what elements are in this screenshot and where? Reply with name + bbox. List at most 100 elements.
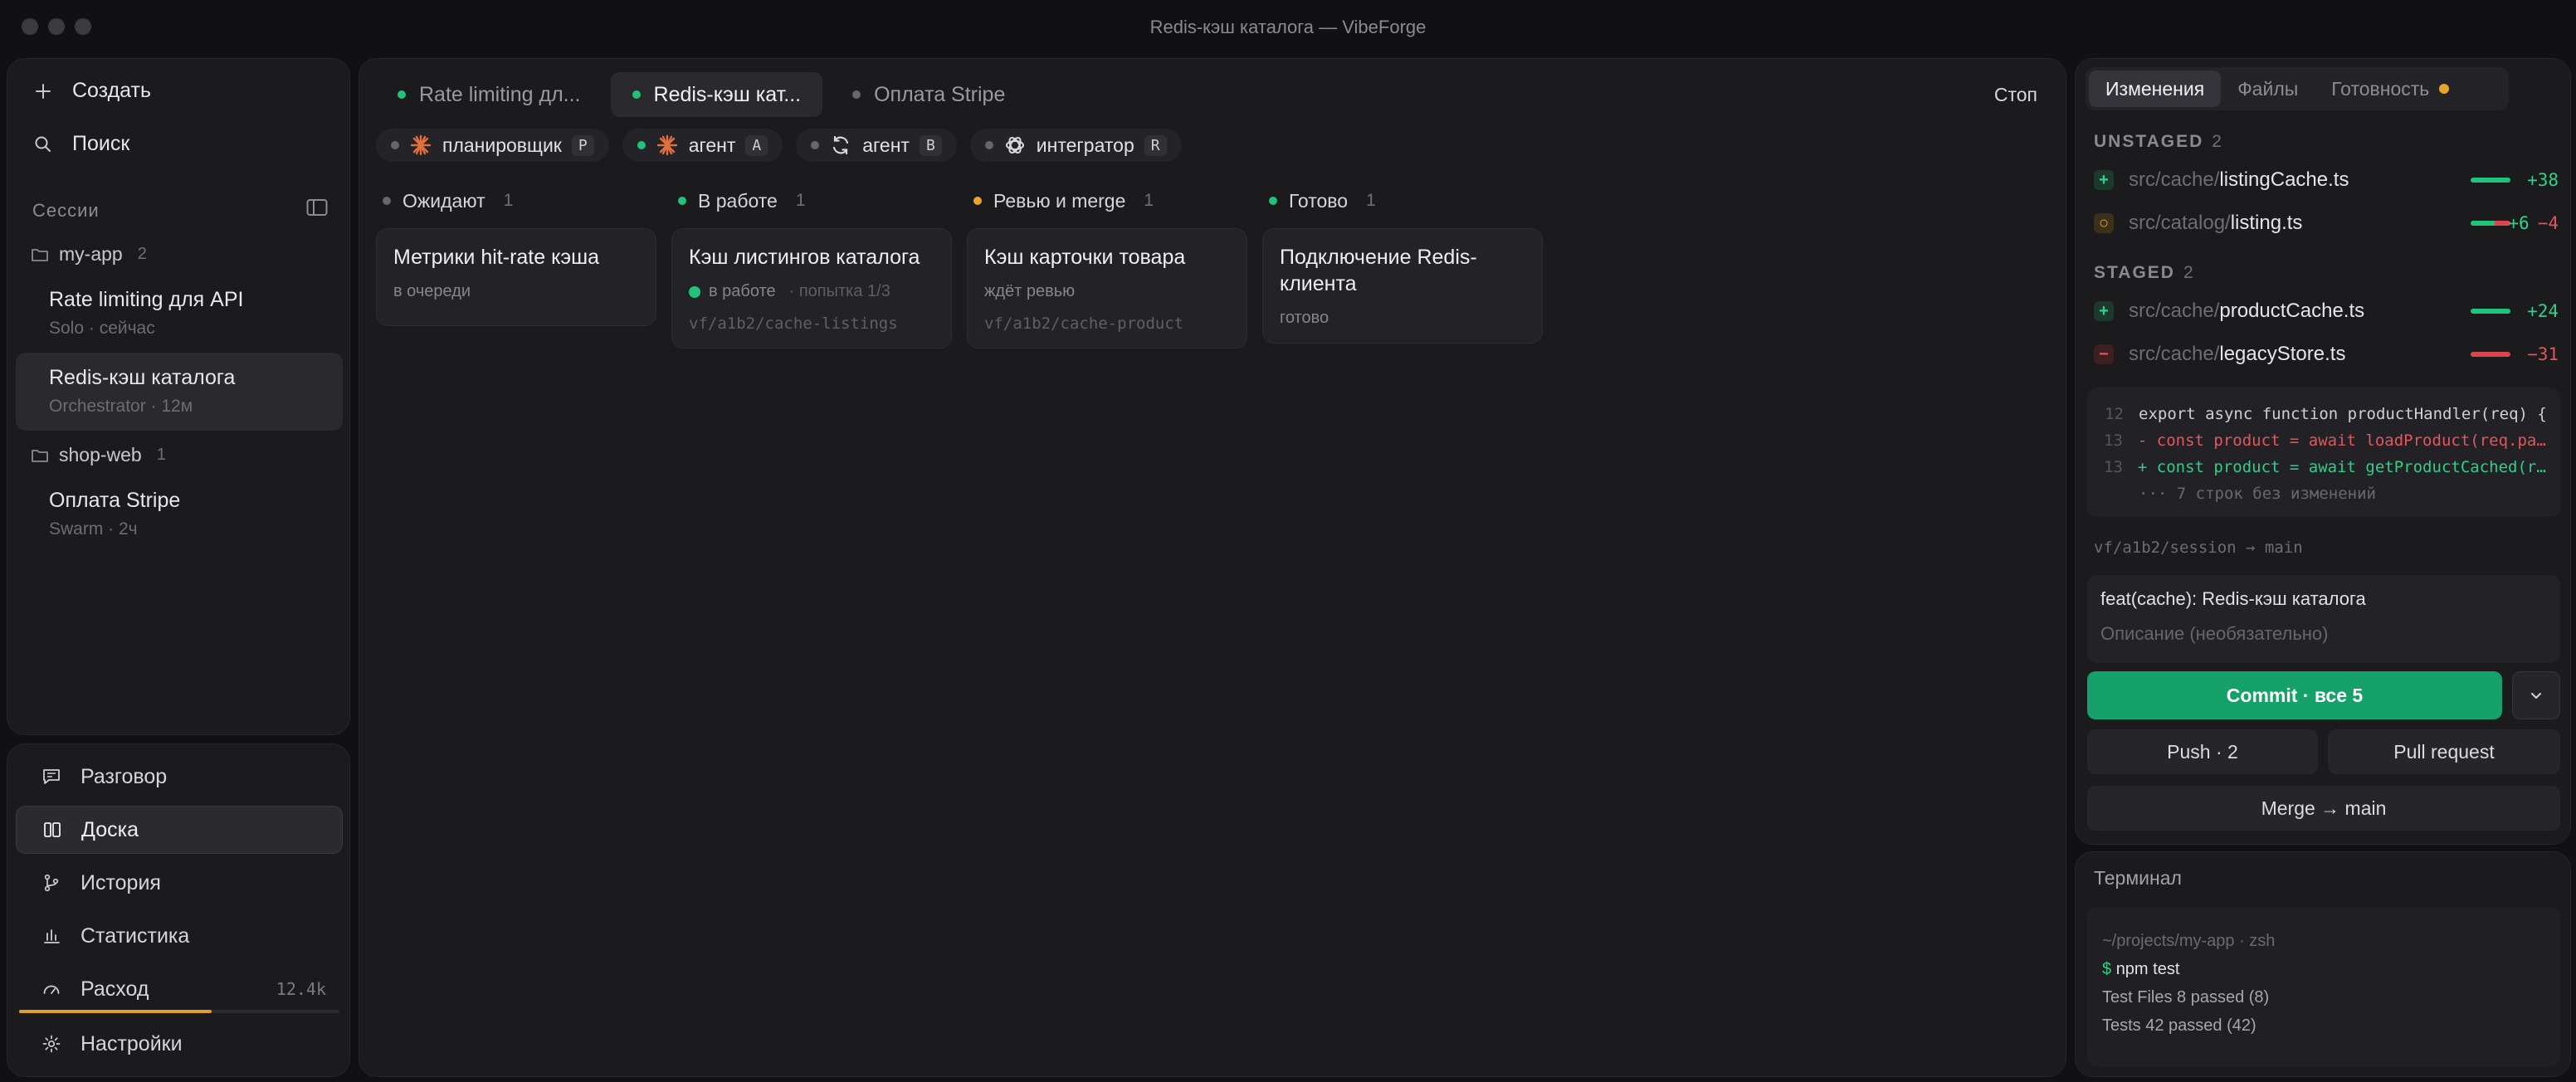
file-dir: src/cache/	[2129, 300, 2220, 322]
sidebar-toggle-icon[interactable]	[306, 198, 328, 217]
project-group-my-app[interactable]: my-app 2	[31, 243, 147, 266]
card-status: ждёт ревью	[984, 282, 1230, 301]
agent-chip-integrator[interactable]: интегратор R	[969, 129, 1182, 162]
diff-line-removed: 13 - const product = await loadProduct(re…	[2104, 427, 2547, 454]
bar-chart-icon	[41, 925, 62, 947]
push-button[interactable]: Push · 2	[2087, 729, 2318, 774]
staged-label: STAGED	[2094, 263, 2175, 282]
line-text: - const product = await loadProduct(req.…	[2137, 431, 2547, 450]
agent-label: планировщик	[442, 134, 562, 156]
task-card[interactable]: Кэш карточки товара ждёт ревью vf/a1b2/c…	[967, 228, 1247, 348]
session-item-active[interactable]: Redis-кэш каталога Orchestrator · 12м	[16, 353, 343, 431]
nav-settings[interactable]: Настройки	[16, 1020, 343, 1068]
terminal-path: ~/projects/my-app · zsh	[2102, 932, 2276, 950]
diff-stat: −31	[2527, 344, 2559, 364]
file-row[interactable]: − src/cache/legacyStore.ts −31	[2094, 338, 2559, 371]
nav-spend[interactable]: Расход 12.4k	[16, 965, 343, 1013]
column-header: В работе 1	[671, 187, 952, 215]
search-button[interactable]: Поиск	[32, 132, 129, 156]
nav-history[interactable]: История	[16, 859, 343, 907]
tab-rate-limiting[interactable]: Rate limiting дл...	[376, 72, 603, 117]
task-card[interactable]: Подключение Redis-клиента готово	[1262, 228, 1543, 344]
close-window-button[interactable]	[22, 18, 38, 35]
file-row[interactable]: + src/cache/productCache.ts +24	[2094, 295, 2559, 328]
status-dot	[811, 141, 820, 149]
commit-button[interactable]: Commit · все 5	[2087, 671, 2502, 719]
commit-description-input[interactable]: Описание (необязательно)	[2100, 623, 2547, 645]
git-branch-icon	[41, 872, 62, 894]
agent-chip-b[interactable]: агент B	[796, 129, 957, 162]
agent-label: интегратор	[1036, 134, 1134, 156]
unstaged-header: UNSTAGED 2	[2094, 132, 2222, 152]
tab-files[interactable]: Файлы	[2221, 71, 2315, 107]
agent-chip-a[interactable]: агент A	[622, 129, 783, 162]
file-row[interactable]: + src/cache/listingCache.ts +38	[2094, 163, 2559, 197]
status-dot	[973, 197, 982, 205]
terminal-output[interactable]: ~/projects/my-app · zsh $ npm test Test …	[2087, 907, 2560, 1066]
file-row[interactable]: ○ src/catalog/listing.ts +6 −4	[2094, 207, 2559, 240]
nav-chat[interactable]: Разговор	[16, 753, 343, 801]
nav-label: Настройки	[80, 1031, 183, 1055]
create-button[interactable]: Создать	[32, 79, 151, 103]
tab-label: Redis-кэш кат...	[653, 82, 802, 106]
task-card[interactable]: Метрики hit-rate кэша в очереди	[376, 228, 656, 326]
commit-message-box[interactable]: feat(cache): Redis-кэш каталога Описание…	[2087, 575, 2560, 663]
diff-stat: +6 −4	[2508, 213, 2559, 233]
line-text: ··· 7 строк без изменений	[2139, 485, 2376, 503]
agent-chip-planner[interactable]: планировщик P	[376, 129, 609, 162]
merge-button[interactable]: Merge → main	[2087, 786, 2560, 831]
additions: +6	[2508, 213, 2530, 233]
column-done: Готово 1 Подключение Redis-клиента готов…	[1262, 187, 1543, 344]
window-controls[interactable]	[22, 18, 91, 35]
column-title: В работе	[698, 189, 778, 212]
commit-options-button[interactable]	[2512, 671, 2560, 719]
minimize-window-button[interactable]	[48, 18, 65, 35]
folder-icon	[32, 248, 48, 261]
stop-button[interactable]: Стоп	[1994, 84, 2037, 106]
additions: +24	[2527, 301, 2559, 321]
readiness-dot	[2439, 84, 2450, 94]
card-status: в работе · попытка 1/3	[689, 282, 934, 301]
project-group-shop-web[interactable]: shop-web 1	[31, 444, 166, 466]
changes-panel: Изменения Файлы Готовность UNSTAGED 2 + s…	[2075, 58, 2571, 845]
create-label: Создать	[72, 79, 152, 102]
column-header: Готово 1	[1262, 187, 1543, 215]
pull-request-button[interactable]: Pull request	[2328, 729, 2560, 774]
session-item[interactable]: Оплата Stripe Swarm · 2ч	[16, 477, 343, 543]
board-panel: Rate limiting дл... Redis-кэш кат... Опл…	[359, 58, 2066, 1077]
spend-progress-bar	[19, 1010, 339, 1013]
card-status-text: готово	[1280, 309, 1329, 327]
nav-board[interactable]: Доска	[16, 806, 343, 854]
chat-icon	[41, 766, 62, 787]
maximize-window-button[interactable]	[75, 18, 91, 35]
card-status-text: ждёт ревью	[984, 282, 1076, 300]
window-title: Redis-кэш каталога — VibeForge	[1149, 17, 1427, 37]
openai-icon	[1005, 136, 1024, 154]
tab-stripe[interactable]: Оплата Stripe	[831, 72, 1027, 117]
card-status: готово	[1280, 309, 1525, 328]
diff-collapsed[interactable]: ··· 7 строк без изменений	[2104, 480, 2547, 507]
card-title: Кэш карточки товара	[984, 246, 1186, 269]
agent-key: P	[571, 134, 594, 156]
diff-stat: +38	[2527, 170, 2559, 190]
nav-label: Статистика	[80, 924, 190, 948]
tab-readiness[interactable]: Готовность	[2315, 71, 2466, 107]
tab-redis-cache[interactable]: Redis-кэш кат...	[610, 72, 823, 117]
search-icon	[32, 134, 54, 155]
line-number: 13	[2104, 458, 2123, 476]
task-card[interactable]: Кэш листингов каталога в работе · попытк…	[671, 228, 952, 348]
added-icon: +	[2094, 170, 2114, 190]
tab-changes[interactable]: Изменения	[2089, 71, 2222, 107]
card-status-text: в работе	[709, 282, 776, 300]
nav-stats[interactable]: Статистика	[16, 912, 343, 960]
session-item[interactable]: Rate limiting для API Solo · сейчас	[16, 276, 343, 343]
agent-key: A	[745, 134, 768, 156]
column-header: Ревью и merge 1	[967, 187, 1247, 215]
column-waiting: Ожидают 1 Метрики hit-rate кэша в очеред…	[376, 187, 656, 326]
session-title: Redis-кэш каталога	[49, 366, 236, 389]
line-text: + const product = await getProductCached…	[2137, 458, 2547, 476]
column-count: 1	[795, 191, 806, 210]
line-text: export async function productHandler(req…	[2139, 405, 2547, 423]
tab-label: Rate limiting дл...	[419, 82, 581, 106]
commit-title-input[interactable]: feat(cache): Redis-кэш каталога	[2100, 588, 2547, 610]
